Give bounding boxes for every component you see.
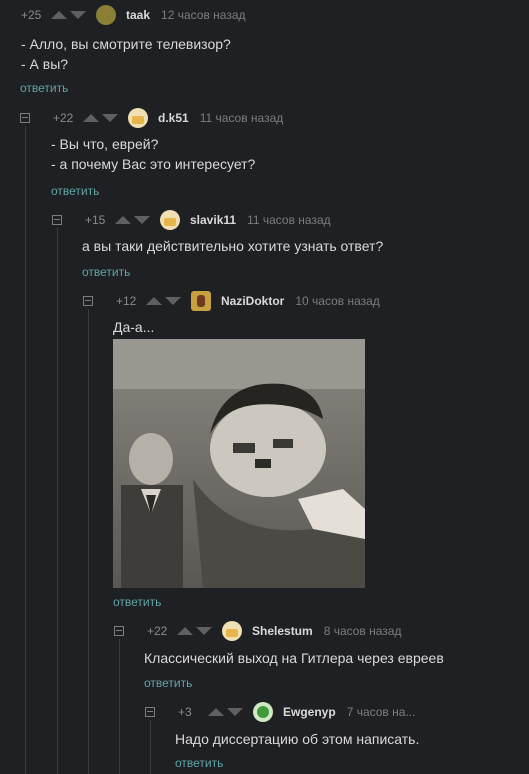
avatar[interactable]	[222, 621, 242, 641]
collapse-icon[interactable]	[20, 113, 30, 123]
comment-rating: +25	[21, 8, 42, 22]
comment-body: - Алло, вы смотрите телевизор? - А вы?	[21, 34, 529, 74]
reply-link[interactable]: ответить	[51, 183, 99, 199]
comment: +25 taak 12 часов назад - Алло, вы смотр…	[21, 5, 529, 74]
comment-header: +22 Shelestum 8 часов назад	[114, 621, 529, 641]
avatar[interactable]	[160, 210, 180, 230]
username[interactable]: slavik11	[190, 213, 236, 227]
downvote-icon[interactable]	[102, 114, 118, 122]
collapse-icon[interactable]	[52, 215, 62, 225]
comment-rating: +22	[147, 624, 168, 638]
comment-header: +3 Ewgenyp 7 часов на...	[145, 702, 529, 722]
username[interactable]: taak	[126, 8, 150, 22]
reply-link[interactable]: ответить	[144, 675, 192, 691]
timestamp[interactable]: 10 часов назад	[295, 294, 379, 308]
comment-header: +22 d.k51 11 часов назад	[20, 108, 529, 128]
avatar[interactable]	[96, 5, 116, 25]
thread-line	[150, 720, 151, 774]
upvote-icon[interactable]	[115, 216, 131, 224]
comment-body: а вы таки действительно хотите узнать от…	[82, 236, 383, 256]
comment: +22 Shelestum 8 часов назад	[114, 621, 529, 641]
downvote-icon[interactable]	[165, 297, 181, 305]
downvote-icon[interactable]	[196, 627, 212, 635]
comment-line: Да-а...	[113, 319, 155, 335]
reply-link[interactable]: ответить	[82, 264, 130, 280]
username[interactable]: Ewgenyp	[283, 705, 336, 719]
upvote-icon[interactable]	[51, 11, 67, 19]
thread-line	[88, 309, 89, 774]
comment-rating: +3	[178, 705, 192, 719]
comment-rating: +12	[116, 294, 137, 308]
comment: +22 d.k51 11 часов назад	[20, 108, 529, 128]
username[interactable]: NaziDoktor	[221, 294, 284, 308]
comment-body: Классический выход на Гитлера через евре…	[144, 648, 444, 668]
comment-rating: +15	[85, 213, 106, 227]
collapse-icon[interactable]	[145, 707, 155, 717]
comment-rating: +22	[53, 111, 74, 125]
comment-line: - Алло, вы смотрите телевизор?	[21, 36, 231, 52]
timestamp[interactable]: 8 часов назад	[324, 624, 402, 638]
comment-line: - Вы что, еврей?	[51, 136, 159, 152]
comment-line: а вы таки действительно хотите узнать от…	[82, 238, 384, 254]
comment: +12 NaziDoktor 10 часов назад	[83, 291, 529, 311]
timestamp[interactable]: 11 часов назад	[200, 111, 284, 125]
reply-link[interactable]: ответить	[175, 755, 223, 771]
comment-line: - А вы?	[21, 56, 69, 72]
comment-line: Надо диссертацию об этом написать.	[175, 731, 420, 747]
avatar[interactable]	[128, 108, 148, 128]
thread-line	[25, 126, 26, 774]
timestamp[interactable]: 7 часов на...	[347, 705, 416, 719]
timestamp[interactable]: 12 часов назад	[161, 8, 245, 22]
avatar[interactable]	[253, 702, 273, 722]
timestamp[interactable]: 11 часов назад	[247, 213, 331, 227]
comment-header: +25 taak 12 часов назад	[21, 5, 529, 25]
comment-header: +15 slavik11 11 часов назад	[52, 210, 529, 230]
collapse-icon[interactable]	[114, 626, 124, 636]
upvote-icon[interactable]	[208, 708, 224, 716]
comment: +15 slavik11 11 часов назад	[52, 210, 529, 230]
comment-header: +12 NaziDoktor 10 часов назад	[83, 291, 529, 311]
thread-line	[57, 228, 58, 774]
comment-line: - а почему Вас это интересует?	[51, 156, 256, 172]
username[interactable]: Shelestum	[252, 624, 313, 638]
comment-photo[interactable]	[113, 339, 365, 588]
downvote-icon[interactable]	[70, 11, 86, 19]
comment-body: Надо диссертацию об этом написать.	[175, 729, 419, 749]
username[interactable]: d.k51	[158, 111, 189, 125]
comment: +3 Ewgenyp 7 часов на...	[145, 702, 529, 722]
comment-body: Да-а...	[113, 317, 154, 337]
upvote-icon[interactable]	[83, 114, 99, 122]
avatar[interactable]	[191, 291, 211, 311]
comment-line: Классический выход на Гитлера через евре…	[144, 650, 444, 666]
upvote-icon[interactable]	[146, 297, 162, 305]
downvote-icon[interactable]	[227, 708, 243, 716]
comment-body: - Вы что, еврей? - а почему Вас это инте…	[51, 134, 255, 174]
collapse-icon[interactable]	[83, 296, 93, 306]
thread-line	[119, 639, 120, 774]
reply-link[interactable]: ответить	[113, 594, 161, 610]
upvote-icon[interactable]	[177, 627, 193, 635]
reply-link[interactable]: ответить	[20, 80, 68, 96]
downvote-icon[interactable]	[134, 216, 150, 224]
